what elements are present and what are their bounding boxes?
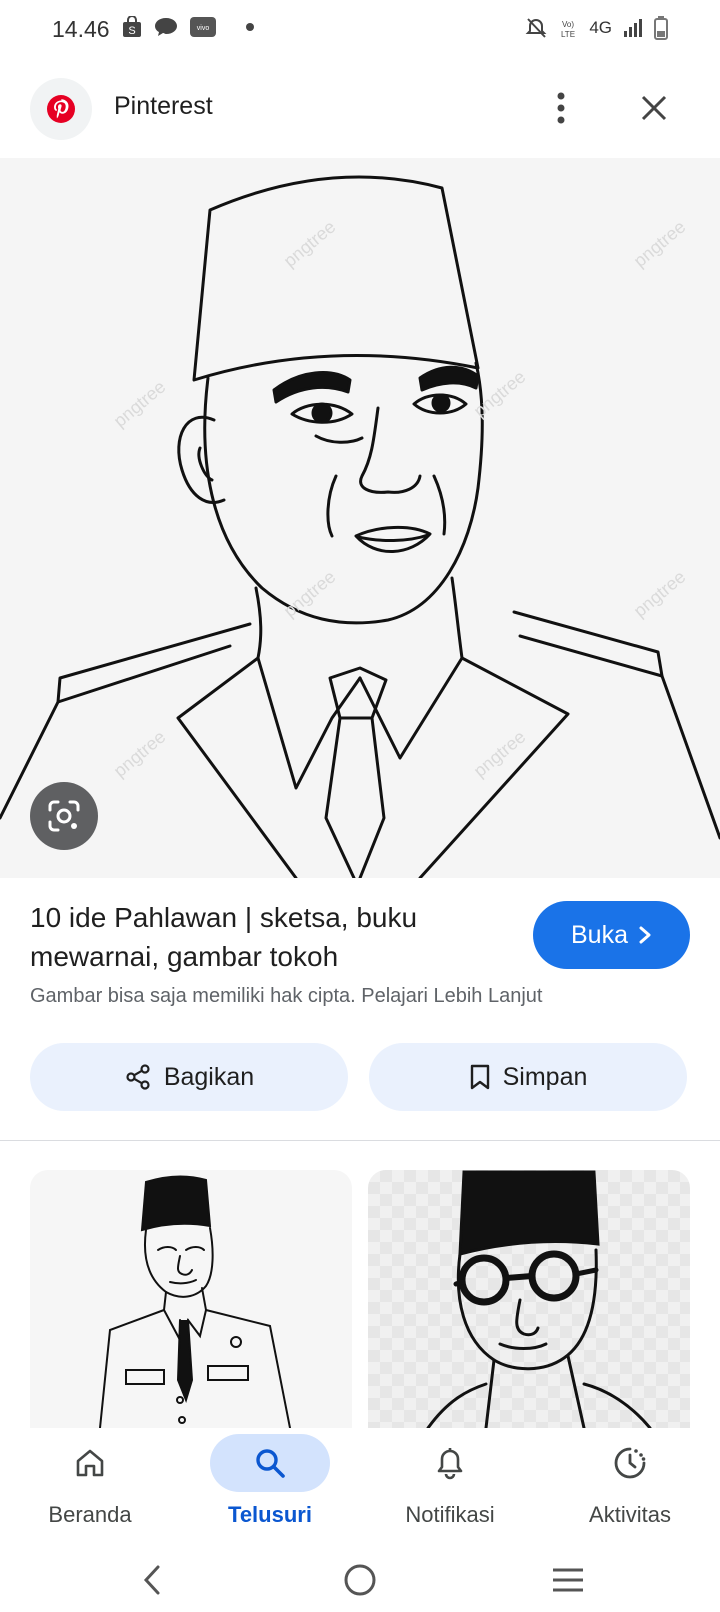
copyright-note[interactable]: Gambar bisa saja memiliki hak cipta. Pel… (30, 985, 542, 1008)
related-portrait-sketch-2 (426, 1170, 652, 1428)
nav-label-search: Telusuri (228, 1502, 312, 1527)
more-options-button[interactable] (546, 86, 576, 130)
svg-text:pngtree: pngtree (110, 726, 170, 781)
close-icon (641, 95, 667, 121)
system-recents-button[interactable] (546, 1558, 590, 1602)
activity-icon (614, 1447, 646, 1479)
save-button[interactable]: Simpan (369, 1043, 687, 1111)
bookmark-icon (470, 1064, 489, 1090)
chat-bubble-icon (155, 18, 177, 36)
svg-text:Vo): Vo) (562, 20, 574, 29)
nav-item-search[interactable]: Telusuri (180, 1434, 360, 1544)
search-icon (256, 1449, 285, 1478)
nav-icon-container (30, 1434, 150, 1492)
bell-icon (437, 1448, 463, 1480)
home-icon (76, 1449, 104, 1477)
nav-item-activity[interactable]: Aktivitas (540, 1434, 720, 1544)
nav-label-home: Beranda (48, 1502, 132, 1527)
pinterest-icon (47, 95, 75, 123)
related-image-2[interactable] (368, 1170, 690, 1428)
network-type: 4G (589, 18, 612, 37)
nav-label-notifications: Notifikasi (405, 1502, 495, 1527)
volte-icon: Vo)LTE (561, 20, 575, 39)
system-status-icons: Vo) LTE 4G (525, 16, 668, 40)
svg-text:pngtree: pngtree (280, 216, 340, 271)
save-button-label: Simpan (502, 1062, 588, 1091)
main-image[interactable]: pngtree pngtree pngtree pngtree pngtree … (0, 158, 720, 878)
svg-text:pngtree: pngtree (110, 376, 170, 431)
shopping-bag-icon: S (123, 16, 141, 37)
svg-text:pngtree: pngtree (630, 566, 690, 621)
nav-icon-container (210, 1434, 330, 1492)
app-header: Pinterest (0, 78, 720, 154)
status-time: 14.46 (52, 16, 110, 42)
source-title: Pinterest (114, 92, 213, 120)
mute-bell-icon (525, 18, 547, 38)
svg-text:pngtree: pngtree (630, 216, 690, 271)
system-navigation-bar (0, 1548, 720, 1612)
lens-icon (48, 800, 80, 832)
share-button-label: Bagikan (163, 1062, 255, 1091)
status-bar: 14.46 S vivo Vo) LTE 4G (0, 0, 720, 62)
svg-text:pngtree: pngtree (280, 566, 340, 621)
share-icon (126, 1064, 150, 1090)
chevron-right-icon (639, 926, 651, 944)
lens-button[interactable] (30, 782, 98, 850)
open-button-label: Buka (571, 920, 628, 949)
svg-text:S: S (128, 25, 135, 37)
nav-item-home[interactable]: Beranda (0, 1434, 180, 1544)
svg-text:vivo: vivo (197, 25, 210, 32)
result-title: 10 ide Pahlawan | sketsa, buku mewarnai,… (30, 902, 418, 972)
system-back-button[interactable] (130, 1558, 174, 1602)
nav-icon-container (390, 1434, 510, 1492)
share-button[interactable]: Bagikan (30, 1043, 348, 1111)
bottom-navigation: Beranda Telusuri Notifikasi Aktivitas (0, 1428, 720, 1548)
battery-icon (654, 16, 668, 40)
home-circle-icon (344, 1564, 376, 1596)
svg-text:pngtree: pngtree (470, 726, 530, 781)
dot-icon (246, 23, 254, 31)
vivo-app-icon: vivo (190, 17, 216, 37)
system-home-button[interactable] (338, 1558, 382, 1602)
close-button[interactable] (632, 86, 676, 130)
open-button[interactable]: Buka (533, 901, 690, 969)
signal-icon (624, 19, 642, 37)
pinterest-logo (30, 78, 92, 140)
related-image-1[interactable] (30, 1170, 352, 1428)
related-portrait-sketch-1 (99, 1175, 291, 1428)
menu-lines-icon (553, 1568, 583, 1592)
divider (0, 1140, 720, 1141)
portrait-sketch-illustration: pngtree pngtree pngtree pngtree pngtree … (0, 175, 720, 878)
back-chevron-icon (143, 1565, 160, 1595)
nav-icon-container (570, 1434, 690, 1492)
more-vert-icon (557, 92, 565, 124)
nav-item-notifications[interactable]: Notifikasi (360, 1434, 540, 1544)
notification-icons: S vivo (122, 16, 258, 38)
nav-label-activity: Aktivitas (589, 1502, 671, 1527)
svg-text:LTE: LTE (561, 30, 575, 39)
